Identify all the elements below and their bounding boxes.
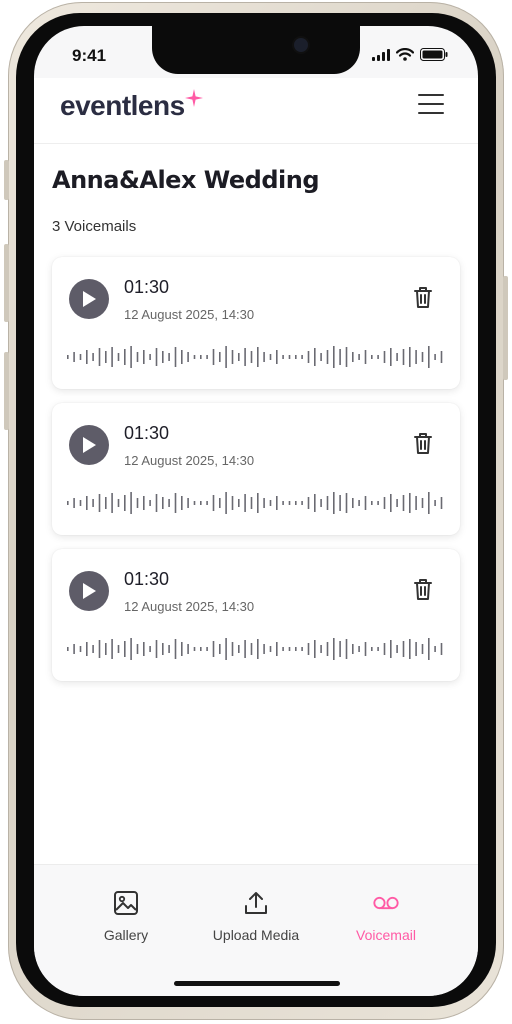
voicemail-list-page: Anna&Alex Wedding 3 Voicemails 01:30 12 …	[34, 144, 478, 956]
play-icon	[83, 291, 96, 307]
home-indicator	[174, 981, 340, 986]
bottom-tab-bar: Gallery Upload Media Voicemail	[34, 864, 478, 996]
tab-gallery[interactable]: Gallery	[61, 889, 191, 943]
tab-voicemail[interactable]: Voicemail	[321, 889, 451, 943]
voicemail-duration: 01:30	[124, 423, 170, 443]
voicemail-date: 12 August 2025, 14:30	[124, 307, 255, 322]
status-time: 9:41	[72, 46, 107, 65]
wifi-icon	[396, 48, 414, 61]
trash-icon[interactable]	[412, 285, 434, 309]
cellular-signal-icon	[372, 48, 390, 61]
voicemail-date: 12 August 2025, 14:30	[124, 599, 255, 614]
front-camera	[294, 38, 308, 52]
status-icons	[372, 48, 448, 61]
volume-down-button	[4, 352, 9, 430]
voicemail-duration: 01:30	[124, 277, 170, 297]
tab-label: Upload Media	[212, 927, 300, 943]
image-icon	[114, 891, 138, 915]
notch	[152, 26, 360, 74]
upload-icon	[245, 892, 267, 914]
voicemail-count: 3 Voicemails	[52, 218, 137, 235]
app-header: eventlens	[34, 78, 478, 144]
tab-label: Gallery	[103, 927, 149, 943]
tab-label: Voicemail	[356, 927, 416, 943]
hamburger-icon[interactable]	[418, 94, 444, 114]
voicemail-card[interactable]: 01:30 12 August 2025, 14:30	[52, 257, 460, 389]
voicemail-card[interactable]: 01:30 12 August 2025, 14:30	[52, 403, 460, 535]
volume-up-button	[4, 244, 9, 322]
play-button[interactable]	[69, 279, 109, 319]
app-logo[interactable]: eventlens	[60, 90, 185, 122]
voicemail-date: 12 August 2025, 14:30	[124, 453, 255, 468]
battery-icon	[420, 48, 448, 61]
waveform[interactable]	[66, 635, 446, 663]
sparkle-icon	[185, 89, 203, 107]
play-icon	[83, 583, 96, 599]
page-title: Anna&Alex Wedding	[52, 166, 320, 194]
tab-upload-media[interactable]: Upload Media	[191, 889, 321, 943]
waveform[interactable]	[66, 343, 446, 371]
voicemail-duration: 01:30	[124, 569, 170, 589]
mute-switch	[4, 160, 9, 200]
play-button[interactable]	[69, 425, 109, 465]
screen: 9:41 eventlens Anna&Alex Wedding 3 Voice…	[34, 26, 478, 996]
waveform[interactable]	[66, 489, 446, 517]
trash-icon[interactable]	[412, 577, 434, 601]
power-button	[503, 276, 508, 380]
play-button[interactable]	[69, 571, 109, 611]
voicemail-card[interactable]: 01:30 12 August 2025, 14:30	[52, 549, 460, 681]
trash-icon[interactable]	[412, 431, 434, 455]
play-icon	[83, 437, 96, 453]
voicemail-icon	[373, 896, 399, 910]
